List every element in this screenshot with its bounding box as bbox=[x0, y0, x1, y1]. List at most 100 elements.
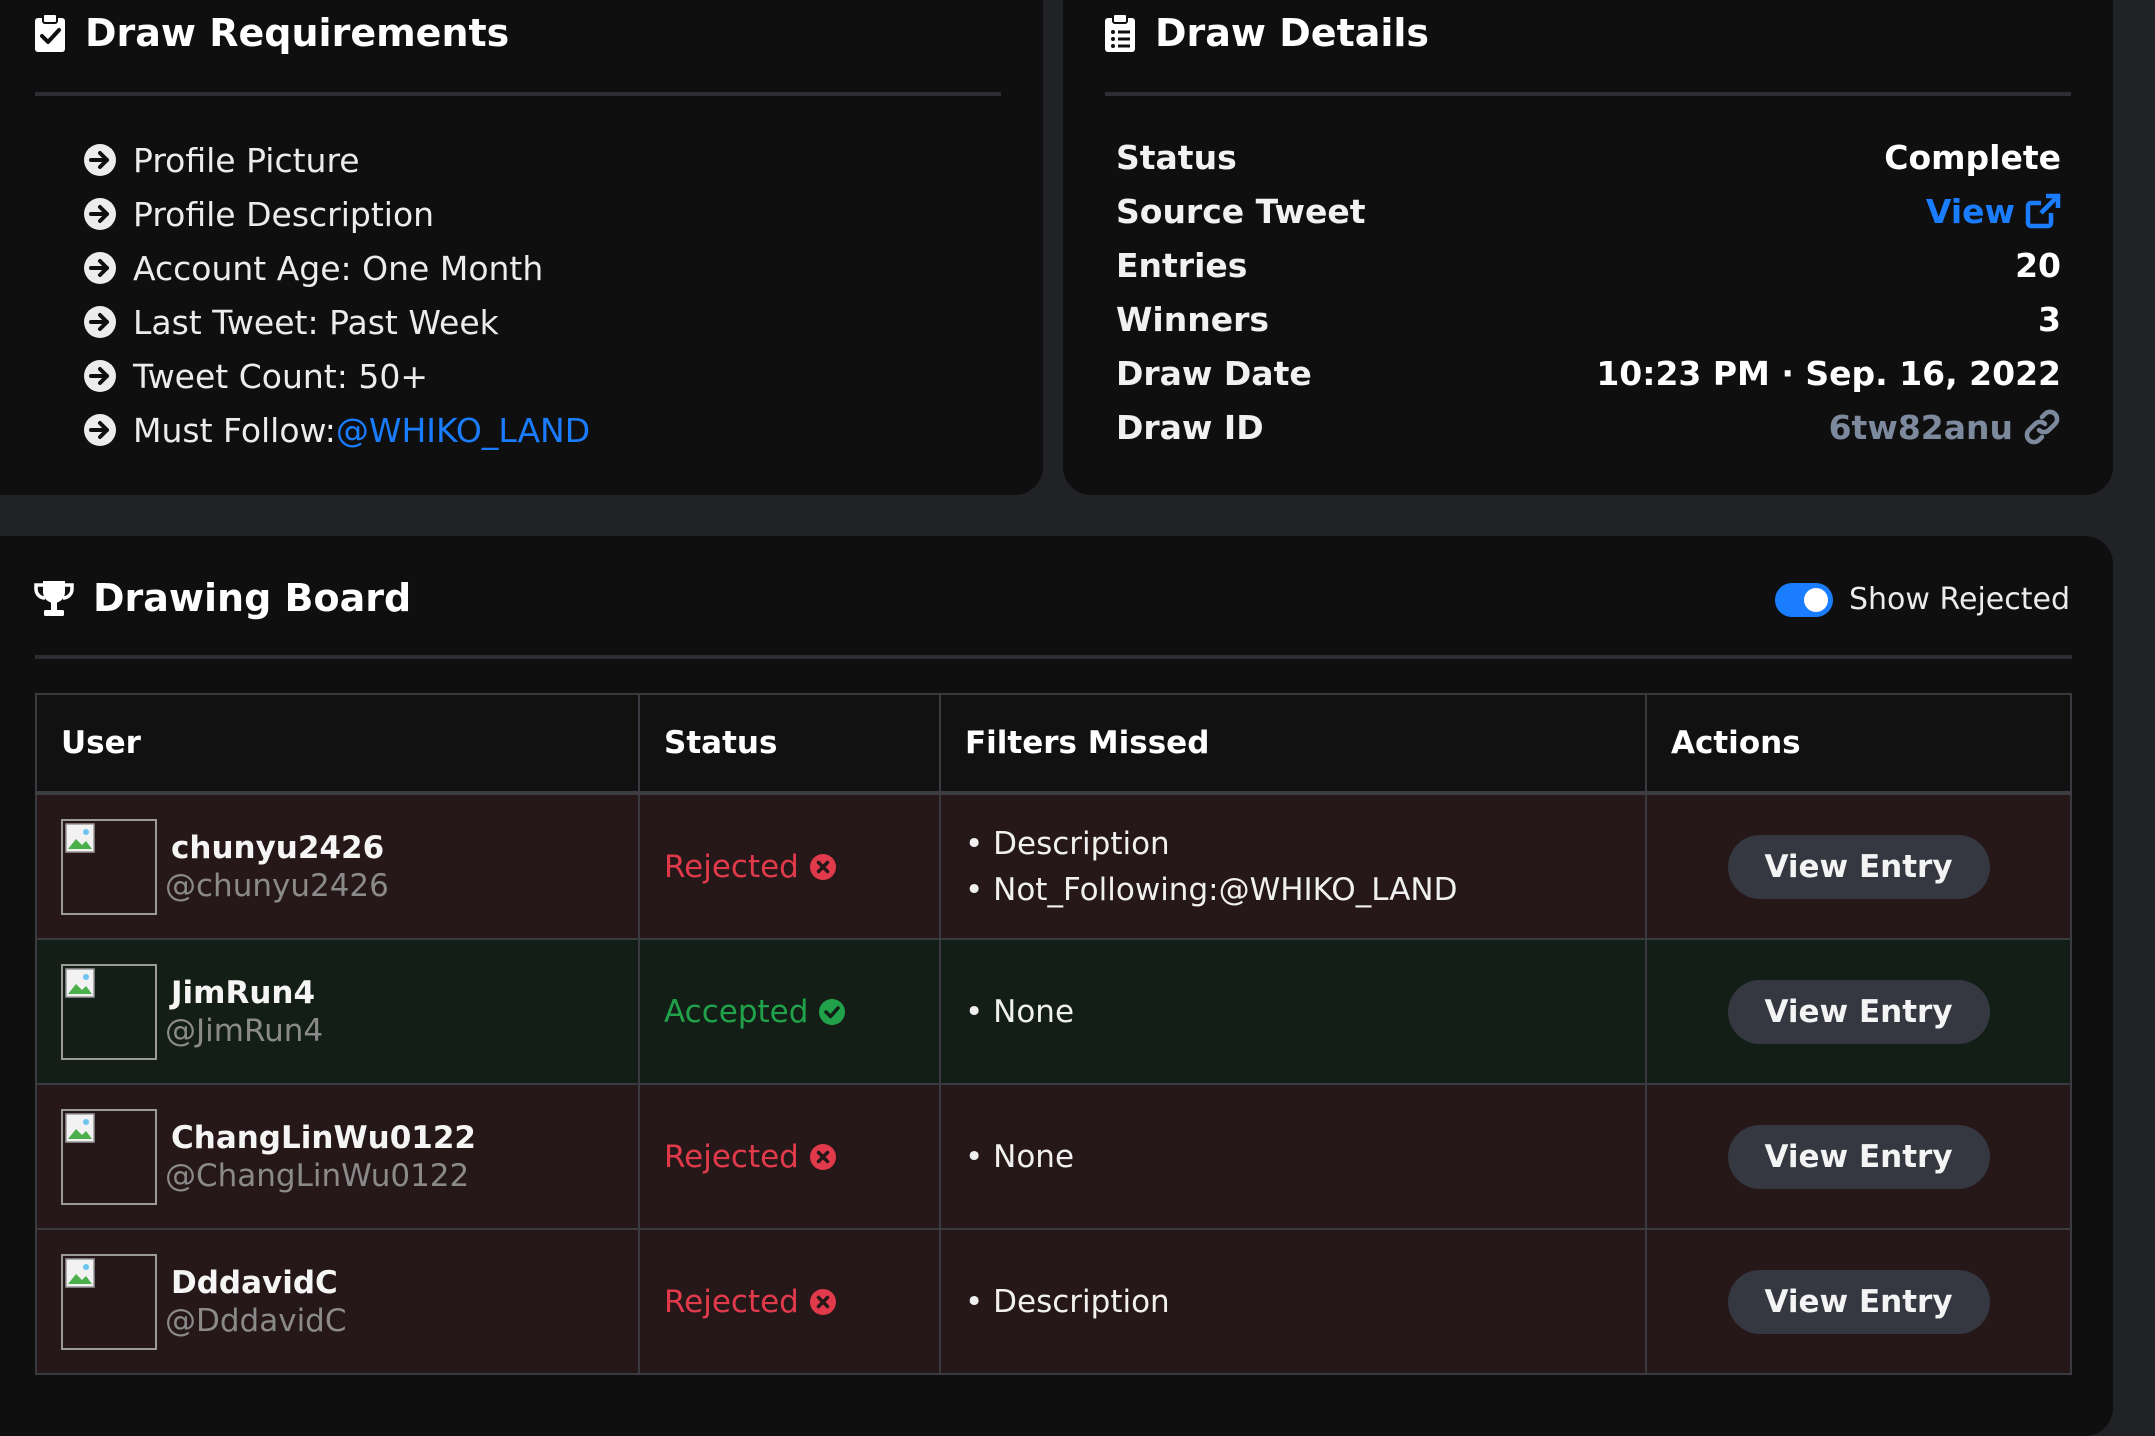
draw-id-link[interactable]: 6tw82anu bbox=[1829, 408, 2061, 447]
detail-row-draw-id: Draw ID 6tw82anu bbox=[1116, 400, 2061, 454]
user-name[interactable]: JimRun4 bbox=[171, 975, 323, 1011]
external-link-icon bbox=[2025, 193, 2061, 229]
status-badge: Accepted bbox=[664, 994, 939, 1030]
toggle-label: Show Rejected bbox=[1849, 582, 2070, 617]
details-divider bbox=[1105, 92, 2071, 96]
trophy-icon bbox=[34, 581, 74, 616]
broken-image-icon bbox=[65, 1257, 95, 1288]
requirement-label: Account Age: One Month bbox=[133, 248, 544, 288]
table-row: DddavidC@DddavidC Rejected Description View… bbox=[35, 1228, 2072, 1375]
requirement-item: Must Follow: @WHIKO_LAND bbox=[83, 403, 590, 457]
detail-value-winners: 3 bbox=[2038, 299, 2061, 339]
table-row: chunyu2426@chunyu2426 Rejected Description… bbox=[35, 792, 2072, 940]
user-cell: chunyu2426 @chunyu2426 bbox=[35, 792, 640, 940]
entries-table: User Status Filters Missed Actions chuny… bbox=[35, 693, 2072, 1375]
times-circle-icon bbox=[809, 853, 836, 880]
detail-value-draw-date: 10:23 PM · Sep. 16, 2022 bbox=[1596, 353, 2061, 393]
user-handle[interactable]: @chunyu2426 bbox=[165, 868, 389, 904]
status-text: Rejected bbox=[664, 1283, 799, 1320]
view-entry-button[interactable]: View Entry bbox=[1727, 1124, 1990, 1189]
user-cell: ChangLinWu0122 @ChangLinWu0122 bbox=[35, 1083, 640, 1230]
broken-image-icon bbox=[65, 967, 95, 998]
arrow-circle-right-icon bbox=[84, 414, 116, 446]
avatar bbox=[61, 1253, 157, 1350]
detail-row-draw-date: Draw Date 10:23 PM · Sep. 16, 2022 bbox=[1116, 346, 2061, 400]
requirement-label: Profile Picture bbox=[133, 140, 360, 180]
filter-missed-item: None bbox=[965, 1139, 1645, 1175]
view-entry-button[interactable]: View Entry bbox=[1727, 834, 1990, 899]
details-heading: Draw Details bbox=[1103, 11, 1429, 55]
drawing-board-heading: Drawing Board bbox=[33, 576, 411, 620]
detail-row-source-tweet: Source Tweet View bbox=[1116, 184, 2061, 238]
requirement-item: Tweet Count: 50+ bbox=[83, 349, 590, 403]
actions-cell: View Entry bbox=[1645, 938, 2072, 1085]
avatar bbox=[61, 818, 157, 915]
status-text: Accepted bbox=[664, 993, 809, 1030]
broken-image-icon bbox=[65, 822, 95, 853]
table-header-row: User Status Filters Missed Actions bbox=[35, 693, 2072, 795]
requirement-item: Profile Description bbox=[83, 187, 590, 241]
check-circle-icon bbox=[819, 998, 846, 1025]
requirement-item: Account Age: One Month bbox=[83, 241, 590, 295]
requirement-item: Profile Picture bbox=[83, 133, 590, 187]
requirement-label: Must Follow: bbox=[133, 410, 336, 450]
filter-missed-item: Description bbox=[965, 1284, 1645, 1320]
status-badge: Rejected bbox=[664, 849, 939, 885]
requirements-list: Profile Picture Profile Description Accoun… bbox=[83, 133, 590, 457]
show-rejected-toggle[interactable]: Show Rejected bbox=[1775, 582, 2070, 617]
source-tweet-link[interactable]: View bbox=[1926, 192, 2061, 231]
filter-missed-item: Not_Following:@WHIKO_LAND bbox=[965, 872, 1645, 908]
detail-label: Status bbox=[1116, 137, 1237, 177]
requirements-divider bbox=[35, 92, 1001, 96]
clipboard-list-icon bbox=[1105, 13, 1135, 52]
column-header-filters: Filters Missed bbox=[939, 693, 1647, 795]
requirements-heading: Draw Requirements bbox=[33, 11, 509, 55]
draw-id-text: 6tw82anu bbox=[1828, 407, 2013, 447]
column-header-status: Status bbox=[638, 693, 941, 795]
user-handle[interactable]: @ChangLinWu0122 bbox=[165, 1158, 476, 1194]
must-follow-link[interactable]: @WHIKO_LAND bbox=[336, 411, 590, 450]
broken-image-icon bbox=[65, 1112, 95, 1143]
view-entry-button[interactable]: View Entry bbox=[1727, 979, 1990, 1044]
detail-label: Entries bbox=[1116, 245, 1248, 285]
detail-row-entries: Entries 20 bbox=[1116, 238, 2061, 292]
avatar bbox=[61, 1108, 157, 1205]
detail-label: Draw ID bbox=[1116, 407, 1264, 447]
detail-label: Source Tweet bbox=[1116, 191, 1366, 231]
source-tweet-link-text: View bbox=[1925, 191, 2015, 231]
filters-cell: None bbox=[939, 1083, 1647, 1230]
user-name[interactable]: ChangLinWu0122 bbox=[171, 1120, 476, 1156]
arrow-circle-right-icon bbox=[84, 360, 116, 392]
avatar bbox=[61, 963, 157, 1060]
detail-row-status: Status Complete bbox=[1116, 130, 2061, 184]
user-handle[interactable]: @DddavidC bbox=[165, 1303, 347, 1339]
times-circle-icon bbox=[809, 1143, 836, 1170]
detail-value-status: Complete bbox=[1884, 137, 2061, 177]
status-cell: Rejected bbox=[638, 792, 941, 940]
table-row: ChangLinWu0122@ChangLinWu0122 Rejected Non… bbox=[35, 1083, 2072, 1230]
arrow-circle-right-icon bbox=[84, 198, 116, 230]
status-cell: Rejected bbox=[638, 1083, 941, 1230]
arrow-circle-right-icon bbox=[84, 144, 116, 176]
requirements-title: Draw Requirements bbox=[85, 11, 510, 55]
view-entry-button[interactable]: View Entry bbox=[1727, 1269, 1990, 1334]
arrow-circle-right-icon bbox=[84, 306, 116, 338]
status-text: Rejected bbox=[664, 848, 799, 885]
status-cell: Accepted bbox=[638, 938, 941, 1085]
user-name[interactable]: DddavidC bbox=[171, 1265, 347, 1301]
user-handle[interactable]: @JimRun4 bbox=[165, 1013, 323, 1049]
requirement-label: Profile Description bbox=[133, 194, 435, 234]
status-badge: Rejected bbox=[664, 1139, 939, 1175]
table-row: JimRun4@JimRun4 Accepted None View Entry bbox=[35, 938, 2072, 1085]
requirement-label: Last Tweet: Past Week bbox=[133, 302, 499, 342]
link-icon bbox=[2024, 409, 2060, 445]
filters-cell: Description bbox=[939, 1228, 1647, 1375]
detail-row-winners: Winners 3 bbox=[1116, 292, 2061, 346]
user-name[interactable]: chunyu2426 bbox=[171, 830, 389, 866]
toggle-switch[interactable] bbox=[1775, 582, 1833, 617]
detail-label: Draw Date bbox=[1116, 353, 1312, 393]
drawing-board-divider bbox=[35, 655, 2072, 659]
actions-cell: View Entry bbox=[1645, 1083, 2072, 1230]
clipboard-check-icon bbox=[35, 13, 65, 52]
column-header-actions: Actions bbox=[1645, 693, 2072, 795]
